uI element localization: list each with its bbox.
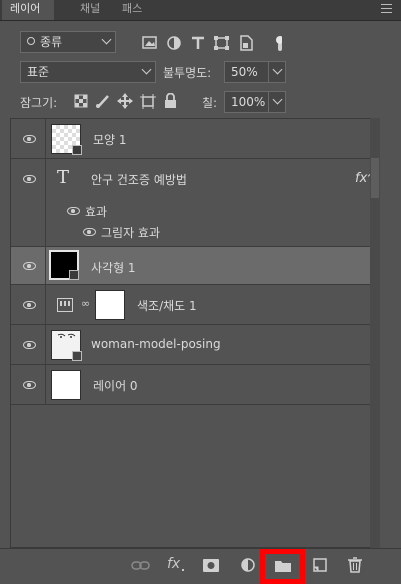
fill-field[interactable]: 100% xyxy=(224,91,286,113)
fx-icon[interactable]: fx xyxy=(167,556,180,572)
panel-menu-icon[interactable] xyxy=(381,4,392,13)
lock-label: 잠그기: xyxy=(20,96,58,110)
smart-object-badge-icon xyxy=(72,351,82,361)
filter-icons xyxy=(142,35,282,51)
filter-pixel-icon[interactable] xyxy=(142,36,157,49)
visibility-eye-icon[interactable] xyxy=(83,228,96,236)
chain-link-icon[interactable]: ∞ xyxy=(81,297,90,310)
lock-icons xyxy=(74,93,176,109)
filter-shape-icon[interactable] xyxy=(214,36,229,50)
filter-adjustment-icon[interactable] xyxy=(167,36,181,50)
filter-type-icon[interactable] xyxy=(192,36,204,49)
layer-name[interactable]: 사각형 1 xyxy=(91,259,136,276)
adjustment-icon[interactable] xyxy=(241,558,255,572)
layer-name[interactable]: woman-model-posing xyxy=(91,337,221,351)
lock-all-icon[interactable] xyxy=(165,93,176,109)
blend-mode-value: 표준 xyxy=(27,65,50,79)
layer-row[interactable]: T 안구 건조증 예방법 fx 효과 그림자 효과 xyxy=(11,159,379,247)
divider xyxy=(45,119,46,158)
visibility-eye-icon[interactable] xyxy=(23,301,36,309)
search-icon xyxy=(27,37,35,45)
shape-badge-icon xyxy=(69,270,79,280)
chevron-down-icon[interactable] xyxy=(272,64,283,75)
panel-tab-bar: 레이어 채널 패스 xyxy=(0,0,401,21)
layer-thumbnail[interactable] xyxy=(51,370,81,400)
layer-row[interactable]: 모양 1 xyxy=(11,119,379,159)
divider xyxy=(45,325,46,364)
shape-badge-icon xyxy=(72,145,82,155)
layers-bottom-bar: fx xyxy=(0,548,401,584)
visibility-eye-icon[interactable] xyxy=(23,381,36,389)
visibility-eye-icon[interactable] xyxy=(23,175,36,183)
new-layer-icon[interactable] xyxy=(313,558,327,572)
opacity-value: 50% xyxy=(231,65,258,79)
layer-row[interactable]: woman-model-posing xyxy=(11,325,379,365)
lock-transparent-icon[interactable] xyxy=(74,94,88,108)
filter-toggle-icon[interactable] xyxy=(276,36,282,51)
divider xyxy=(45,159,46,246)
layer-name[interactable]: 색조/채도 1 xyxy=(137,297,197,314)
chevron-down-icon[interactable] xyxy=(272,94,283,105)
divider xyxy=(268,92,269,112)
layer-thumbnail[interactable] xyxy=(51,124,82,155)
fill-label: 칠: xyxy=(202,96,218,110)
filter-kind-dropdown[interactable]: 종류 xyxy=(20,31,116,53)
layers-list: 모양 1 T 안구 건조증 예방법 fx 효과 그림자 효과 사각형 1 ∞ 색… xyxy=(10,118,380,548)
tab-layers[interactable]: 레이어 xyxy=(2,0,54,20)
visibility-eye-icon[interactable] xyxy=(23,262,36,270)
fx-dot-icon xyxy=(182,569,184,571)
filter-kind-label: 종류 xyxy=(40,35,63,49)
trash-icon[interactable] xyxy=(348,557,362,573)
lock-artboard-icon[interactable] xyxy=(140,94,156,109)
chevron-down-icon xyxy=(141,64,152,75)
layer-name[interactable]: 모양 1 xyxy=(93,131,127,148)
adjustment-layer-icon[interactable] xyxy=(57,298,73,312)
fill-value: 100% xyxy=(231,95,266,109)
opacity-field[interactable]: 50% xyxy=(224,61,286,83)
layer-mask-thumbnail[interactable] xyxy=(95,290,125,320)
tab-channels[interactable]: 채널 xyxy=(72,0,108,20)
visibility-eye-icon[interactable] xyxy=(23,341,36,349)
effect-name[interactable]: 그림자 효과 xyxy=(101,224,160,241)
chevron-down-icon xyxy=(101,34,112,45)
divider xyxy=(268,62,269,82)
layer-row-selected[interactable]: 사각형 1 xyxy=(11,247,379,285)
scrollbar[interactable] xyxy=(370,118,380,548)
visibility-eye-icon[interactable] xyxy=(23,135,36,143)
layer-thumbnail[interactable] xyxy=(49,250,79,280)
new-group-icon[interactable] xyxy=(275,559,291,572)
effects-label: 효과 xyxy=(85,205,108,219)
divider xyxy=(45,365,46,404)
layer-row[interactable]: ∞ 색조/채도 1 xyxy=(11,285,379,325)
divider xyxy=(45,285,46,324)
opacity-label: 불투명도: xyxy=(163,66,212,80)
blend-mode-dropdown[interactable]: 표준 xyxy=(20,61,156,83)
lock-move-icon[interactable] xyxy=(117,93,133,109)
layer-thumbnail[interactable] xyxy=(51,330,82,361)
scrollbar-thumb[interactable] xyxy=(371,158,379,198)
fx-badge[interactable]: fx xyxy=(355,171,367,186)
visibility-eye-icon[interactable] xyxy=(67,207,80,215)
filter-smart-object-icon[interactable] xyxy=(240,35,253,51)
tab-paths[interactable]: 패스 xyxy=(114,0,150,20)
layer-row[interactable]: 레이어 0 xyxy=(11,365,379,405)
layer-name[interactable]: 안구 건조증 예방법 xyxy=(91,171,187,188)
layer-name[interactable]: 레이어 0 xyxy=(93,377,138,394)
link-icon[interactable] xyxy=(131,559,151,573)
divider xyxy=(45,247,46,284)
text-layer-icon[interactable]: T xyxy=(57,167,69,188)
lock-brush-icon[interactable] xyxy=(96,95,109,108)
mask-icon[interactable] xyxy=(203,559,219,572)
